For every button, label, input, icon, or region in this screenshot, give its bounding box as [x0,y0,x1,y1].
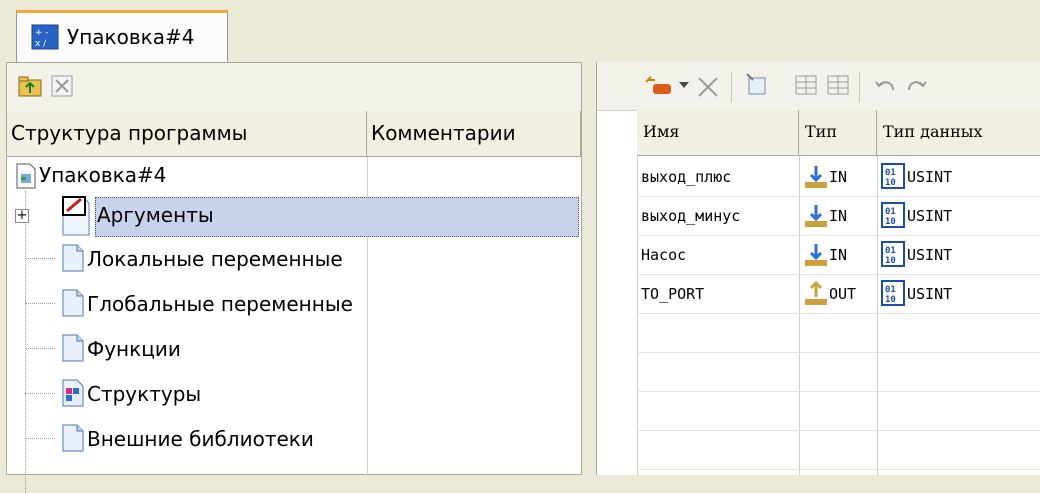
program-icon: + - x / [31,24,59,50]
toolbar-separator [731,72,732,102]
svg-text:10: 10 [885,217,896,227]
var-name: Насос [641,246,687,264]
row-line [637,391,1040,392]
svg-text:10: 10 [885,256,896,266]
table-row[interactable]: выход_минус IN 01 10 USINT [637,196,1040,235]
usint-type-icon: 01 10 [881,202,905,228]
usint-type-icon: 01 10 [881,163,905,189]
column-header-datatype[interactable]: Тип данных [877,110,1040,156]
row-line [637,313,1040,314]
doc-icon [62,334,84,362]
svg-text:01: 01 [885,285,896,295]
toolbar-separator [859,72,860,102]
svg-text:x /: x / [35,39,47,49]
doc-icon [62,244,84,272]
table-row[interactable]: выход_плюс IN 01 10 USINT [637,157,1040,196]
tree-line [25,348,55,349]
delete-variable-icon[interactable] [695,74,721,100]
tree-line [25,191,26,493]
program-doc-icon [16,163,36,189]
tree-node-structures[interactable]: Структуры [87,382,201,406]
move-down-icon[interactable] [825,72,851,98]
usint-type-icon: 01 10 [881,280,905,306]
output-arrow-icon [805,281,827,305]
tree-line [25,393,55,394]
var-datatype: USINT [907,168,953,186]
var-name: выход_минус [641,207,741,225]
tree-line [25,258,55,259]
right-toolbar [597,62,1040,111]
tree-line [25,303,55,304]
row-line [637,430,1040,431]
structure-icon [62,379,84,407]
var-direction: OUT [829,285,857,303]
usint-type-icon: 01 10 [881,241,905,267]
program-structure-panel: Структура программы Комментарии Упаковка… [6,62,582,493]
left-toolbar [7,63,581,112]
delete-icon[interactable] [49,73,75,99]
add-variable-icon[interactable] [643,74,677,100]
table-row[interactable]: Насос IN 01 10 USINT [637,235,1040,274]
row-line [637,469,1040,470]
tab-label: Упаковка#4 [67,25,195,49]
var-datatype: USINT [907,246,953,264]
svg-text:10: 10 [885,178,896,188]
var-name: выход_плюс [641,168,732,186]
tree-node-arguments[interactable]: Аргументы [97,203,214,227]
var-direction: IN [829,246,848,264]
svg-text:01: 01 [885,168,896,178]
import-icon[interactable] [743,72,769,98]
undo-icon[interactable] [873,72,899,98]
column-header-comments[interactable]: Комментарии [367,111,581,157]
svg-text:10: 10 [885,295,896,305]
input-arrow-icon [805,244,827,266]
svg-text:01: 01 [885,246,896,256]
var-name: TO_PORT [641,285,705,303]
var-datatype: USINT [907,285,953,303]
svg-text:+ -: + - [35,28,49,38]
tab-upakovka4[interactable]: + - x / Упаковка#4 [16,10,228,62]
var-direction: IN [829,207,848,225]
dropdown-arrow-icon[interactable] [679,82,689,90]
input-arrow-icon [805,205,827,227]
table-row[interactable]: TO_PORT OUT 01 10 USINT [637,274,1040,313]
redo-icon[interactable] [903,72,929,98]
tree-line [25,438,55,439]
input-arrow-icon [805,166,827,188]
tree-node-local-vars[interactable]: Локальные переменные [87,247,343,271]
tree-node-external-libs[interactable]: Внешние библиотеки [87,427,314,451]
column-header-name[interactable]: Имя [637,110,799,156]
expand-toggle[interactable]: + [15,209,29,223]
svg-text:01: 01 [885,207,896,217]
folder-up-icon[interactable] [17,73,43,99]
column-header-structure[interactable]: Структура программы [7,111,367,157]
var-datatype: USINT [907,207,953,225]
move-up-icon[interactable] [793,72,819,98]
arguments-panel: Имя Тип Тип данных выход_плюс IN 01 10 U… [596,62,1040,475]
tree-node-functions[interactable]: Функции [87,337,181,361]
tree-node-global-vars[interactable]: Глобальные переменные [87,292,353,316]
doc-icon [62,289,84,317]
doc-icon [62,424,84,452]
row-line [637,352,1040,353]
edit-doc-icon [62,196,90,236]
var-direction: IN [829,168,848,186]
column-header-type[interactable]: Тип [799,110,877,156]
tree-root-label[interactable]: Упаковка#4 [39,163,166,187]
tab-strip: + - x / Упаковка#4 [0,0,1040,62]
